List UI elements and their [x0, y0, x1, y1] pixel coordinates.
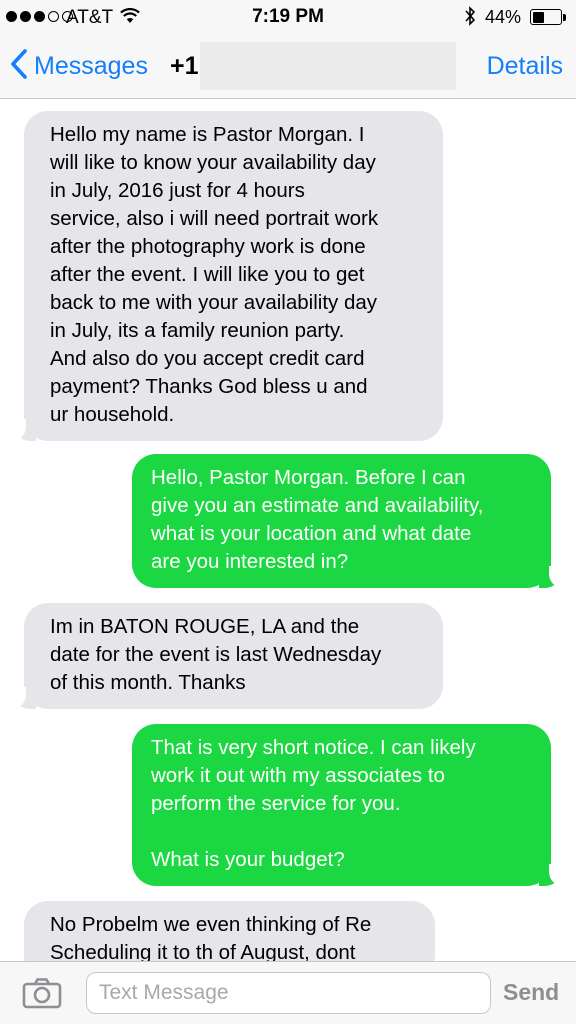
message-text: No Probelm we even thinking of Re Schedu…	[50, 913, 372, 961]
camera-icon[interactable]	[22, 977, 62, 1014]
message-bubble-incoming: Im in BATON ROUGE, LA and the date for t…	[12, 603, 443, 709]
battery-percentage: 44%	[485, 7, 522, 27]
contact-name: +1	[170, 52, 199, 80]
status-bar: AT&T 7:19 PM 44%	[0, 0, 576, 34]
message-bubble-outgoing: Hello, Pastor Morgan. Before I can give …	[132, 454, 563, 588]
message-bubble-outgoing: That is very short notice. I can likely …	[132, 724, 563, 886]
back-button-label: Messages	[34, 52, 148, 80]
bluetooth-icon	[464, 6, 476, 31]
message-bubble-incoming: No Probelm we even thinking of Re Schedu…	[24, 901, 435, 961]
chevron-left-icon	[10, 48, 28, 85]
redacted-number	[200, 42, 456, 90]
message-text: Im in BATON ROUGE, LA and the date for t…	[50, 615, 382, 694]
message-thread[interactable]: Hello my name is Pastor Morgan. I will l…	[0, 99, 576, 961]
message-text: Hello my name is Pastor Morgan. I will l…	[50, 123, 379, 426]
back-button[interactable]: Messages	[10, 48, 148, 85]
message-bubble-incoming: Hello my name is Pastor Morgan. I will l…	[12, 111, 443, 441]
message-text: That is very short notice. I can likely …	[151, 736, 476, 871]
send-button[interactable]: Send	[503, 979, 559, 1006]
message-text: Hello, Pastor Morgan. Before I can give …	[151, 466, 484, 573]
battery-tip	[563, 14, 566, 21]
message-text-field[interactable]	[86, 972, 491, 1014]
details-button[interactable]: Details	[487, 52, 563, 81]
message-input-bar: Send	[0, 961, 576, 1024]
navigation-bar: Messages +1 Details	[0, 34, 576, 99]
battery-icon	[530, 9, 562, 25]
